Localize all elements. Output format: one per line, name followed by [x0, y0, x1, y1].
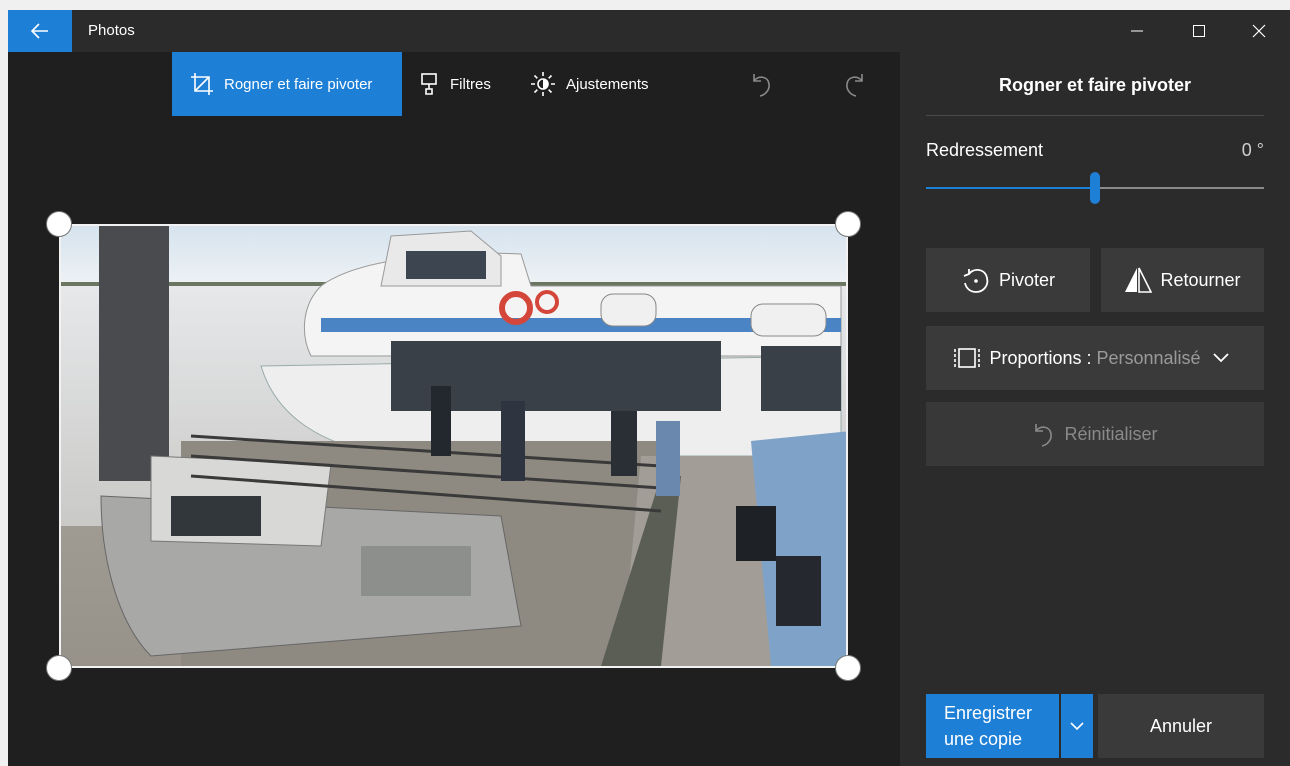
back-button[interactable] [8, 10, 72, 52]
rotate-label: Pivoter [998, 269, 1056, 290]
editor-area: Rogner et faire pivoter Filtres Ajusteme… [8, 52, 900, 766]
redo-button[interactable] [842, 52, 876, 116]
aspect-value: Personnalisé [1096, 347, 1201, 368]
crop-icon [191, 73, 213, 95]
reset-undo-icon [1035, 424, 1053, 447]
straighten-label: Redressement [926, 140, 1044, 160]
save-copy-label-line1: Enregistrer [944, 703, 1033, 723]
minimize-icon [1131, 30, 1143, 32]
tab-crop-rotate[interactable]: Rogner et faire pivoter [172, 52, 402, 116]
straighten-slider[interactable] [926, 172, 1264, 204]
app-title: Photos [88, 22, 135, 39]
crop-rotate-panel: Rogner et faire pivoter Redressement 0 °… [900, 52, 1290, 766]
crop-handle-top-right[interactable] [835, 211, 861, 237]
undo-icon [753, 74, 770, 97]
back-arrow-icon [31, 23, 48, 39]
save-copy-label-line2: une copie [944, 729, 1023, 749]
photos-window: Photos Rogner et faire pivoter Filtres A… [8, 10, 1290, 766]
photo-canvas[interactable] [59, 224, 848, 668]
rotate-button[interactable]: Pivoter [926, 248, 1090, 312]
aspect-label: Proportions : [989, 347, 1092, 368]
save-options-dropdown-button[interactable] [1061, 694, 1093, 758]
aspect-ratio-icon [954, 348, 981, 368]
tab-crop-rotate-label: Rogner et faire pivoter [224, 75, 373, 93]
straighten-value: 0 ° [1241, 140, 1264, 160]
chevron-down-icon [1212, 353, 1229, 363]
tab-adjustments[interactable]: Ajustements [530, 52, 649, 116]
filters-brush-icon [421, 73, 437, 95]
close-icon [1252, 24, 1266, 38]
flip-button[interactable]: Retourner [1101, 248, 1264, 312]
boat-photo [61, 226, 846, 666]
title-bar: Photos [8, 10, 1290, 52]
chevron-down-icon [1070, 721, 1084, 730]
crop-handle-top-left[interactable] [46, 211, 72, 237]
save-copy-button[interactable]: Enregistrer une copie [926, 694, 1059, 758]
rotate-icon [963, 269, 989, 293]
reset-label: Réinitialiser [1064, 423, 1158, 444]
cancel-button[interactable]: Annuler [1098, 694, 1264, 758]
panel-title: Rogner et faire pivoter [926, 52, 1264, 116]
minimize-button[interactable] [1106, 10, 1168, 52]
edit-toolbar: Rogner et faire pivoter Filtres Ajusteme… [8, 52, 900, 116]
maximize-icon [1193, 25, 1205, 37]
brightness-icon [531, 72, 555, 96]
maximize-button[interactable] [1168, 10, 1230, 52]
slider-fill [926, 187, 1095, 189]
flip-label: Retourner [1160, 269, 1241, 290]
reset-button[interactable]: Réinitialiser [926, 402, 1264, 466]
redo-icon [846, 74, 863, 97]
crop-handle-bottom-right[interactable] [835, 655, 861, 681]
aspect-ratio-dropdown[interactable]: Proportions : Personnalisé [926, 326, 1264, 390]
crop-handle-bottom-left[interactable] [46, 655, 72, 681]
flip-icon [1125, 267, 1153, 293]
undo-button[interactable] [750, 52, 784, 116]
tab-adjustments-label: Ajustements [566, 75, 649, 93]
slider-thumb[interactable] [1090, 172, 1100, 204]
tab-filters-label: Filtres [450, 75, 491, 93]
tab-filters[interactable]: Filtres [420, 52, 491, 116]
close-button[interactable] [1228, 10, 1290, 52]
